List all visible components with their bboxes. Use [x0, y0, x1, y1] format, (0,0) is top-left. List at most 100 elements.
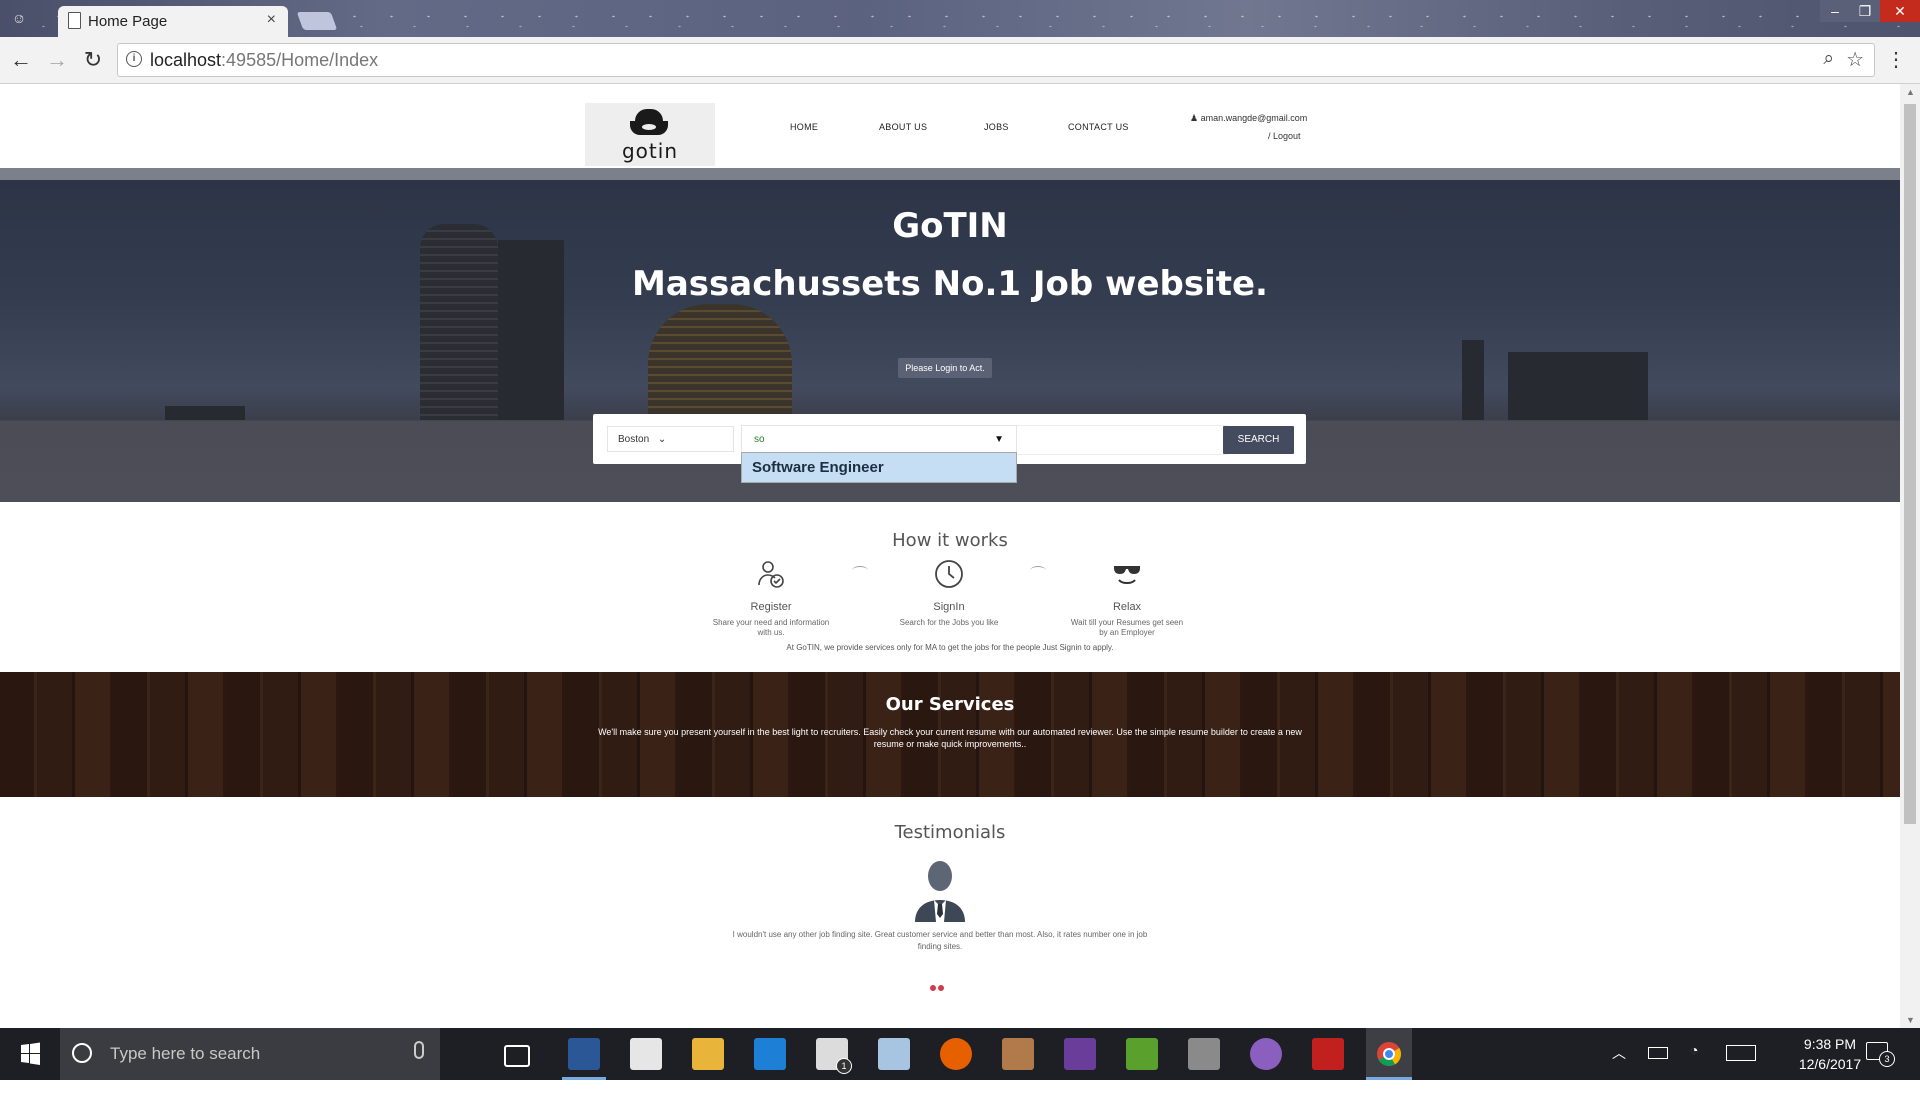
new-tab-button[interactable] — [296, 12, 338, 30]
battery-icon[interactable] — [1648, 1047, 1668, 1059]
job-title-input[interactable]: so ▼ — [741, 425, 1017, 453]
windows-start-button[interactable] — [0, 1028, 60, 1080]
tab-close-icon[interactable]: × — [267, 11, 276, 29]
nav-contact-us[interactable]: CONTACT US — [1068, 122, 1129, 132]
app-icon[interactable] — [878, 1038, 910, 1070]
chevron-down-icon: ⌄ — [657, 434, 667, 445]
restore-icon[interactable]: ❐ — [1850, 0, 1880, 22]
show-hidden-icons[interactable]: ︿ — [1612, 1043, 1626, 1095]
address-bar[interactable]: i localhost:49585/Home/Index ⌕ ☆ — [117, 43, 1875, 77]
browser-tab-strip: ☺ Home Page × – ❐ ✕ — [0, 0, 1920, 37]
city-select[interactable]: Boston ⌄ — [607, 426, 734, 452]
step-label: Register — [750, 601, 792, 613]
file-explorer-icon[interactable] — [692, 1038, 724, 1070]
nav-home[interactable]: HOME — [790, 122, 818, 132]
profile-icon[interactable]: ☺ — [8, 9, 30, 27]
logo-head-shape — [635, 109, 663, 121]
scroll-down-icon[interactable]: ▼ — [1906, 1015, 1915, 1025]
site-info-icon[interactable]: i — [126, 51, 142, 67]
back-icon[interactable]: ← — [8, 47, 34, 73]
chrome-icon — [1377, 1042, 1402, 1067]
how-it-works-note: At GoTIN, we provide services only for M… — [786, 643, 1114, 652]
url-text[interactable]: localhost:49585/Home/Index — [150, 50, 378, 71]
building-shape — [420, 224, 498, 420]
tools-icon[interactable] — [1188, 1038, 1220, 1070]
task-view-icon[interactable] — [504, 1045, 530, 1067]
login-prompt-button[interactable]: Please Login to Act. — [898, 358, 992, 378]
building-shape — [648, 304, 792, 420]
browser-tab-home[interactable]: Home Page × — [58, 6, 288, 37]
microphone-icon[interactable] — [414, 1041, 424, 1059]
app-icon[interactable] — [1002, 1038, 1034, 1070]
bookmark-star-icon[interactable]: ☆ — [1846, 47, 1864, 72]
site-logo[interactable]: gotin — [585, 103, 715, 166]
scroll-up-icon[interactable]: ▲ — [1906, 87, 1915, 97]
how-it-works-title: How it works — [892, 530, 1008, 551]
mail-badge: 1 — [836, 1058, 852, 1074]
visual-studio-icon[interactable] — [1064, 1038, 1096, 1070]
search-button[interactable]: SEARCH — [1223, 426, 1294, 454]
page-scrollbar[interactable]: ▲ ▼ — [1900, 84, 1920, 1028]
notifications-icon[interactable]: 3 — [1866, 1042, 1895, 1067]
app-icon[interactable] — [1126, 1038, 1158, 1070]
chrome-taskbar-slot[interactable] — [1366, 1028, 1412, 1080]
nav-about-us[interactable]: ABOUT US — [879, 122, 927, 132]
taskbar-search-placeholder: Type here to search — [110, 1044, 261, 1063]
carousel-dot[interactable] — [930, 985, 936, 991]
url-path: :49585/Home/Index — [221, 50, 379, 70]
site-header: gotin HOME ABOUT US JOBS CONTACT US ♟ am… — [0, 84, 1900, 168]
wifi-icon[interactable]: ◔ — [1690, 1042, 1698, 1094]
acrobat-icon[interactable] — [1312, 1038, 1344, 1070]
nav-jobs[interactable]: JOBS — [984, 122, 1009, 132]
register-icon — [758, 561, 784, 588]
word-icon[interactable] — [568, 1038, 600, 1070]
tab-title: Home Page — [88, 13, 168, 30]
minimize-icon[interactable]: – — [1820, 0, 1850, 22]
browser-menu-icon[interactable]: ⋮ — [1886, 47, 1906, 72]
services-text: We'll make sure you present yourself in … — [598, 727, 1302, 749]
services-section: Our Services We'll make sure you present… — [0, 672, 1900, 797]
location-input[interactable] — [1017, 425, 1228, 455]
keyboard-icon[interactable] — [1726, 1045, 1756, 1061]
building-shape — [1508, 352, 1648, 420]
browser-toolbar: ← → ↻ i localhost:49585/Home/Index ⌕ ☆ ⋮ — [0, 37, 1920, 84]
starfield-theme — [0, 0, 1920, 37]
reload-icon[interactable]: ↻ — [80, 47, 106, 73]
taskbar-search[interactable]: Type here to search — [60, 1028, 440, 1080]
step-label: Relax — [1112, 601, 1142, 613]
city-value: Boston — [618, 434, 650, 445]
step-description: Wait till your Resumes get seen by an Em… — [1070, 618, 1184, 637]
logout-link[interactable]: / Logout — [1268, 131, 1301, 141]
job-title-value: so — [754, 434, 765, 445]
github-icon[interactable] — [1250, 1038, 1282, 1070]
edge-icon[interactable] — [754, 1038, 786, 1070]
hero-subtitle: Massachussets No.1 Job website. — [632, 264, 1268, 304]
forward-icon[interactable]: → — [44, 47, 70, 73]
step-description: Share your need and information with us. — [712, 618, 830, 637]
user-account[interactable]: ♟ aman.wangde@gmail.com — [1190, 113, 1307, 124]
testimonial-avatar — [915, 861, 965, 922]
zoom-icon[interactable]: ⌕ — [1823, 48, 1834, 70]
step-label: SignIn — [933, 601, 965, 613]
user-email: aman.wangde@gmail.com — [1200, 113, 1308, 123]
arrow-icon — [1030, 566, 1046, 575]
user-icon: ♟ — [1190, 113, 1199, 123]
page-viewport: gotin HOME ABOUT US JOBS CONTACT US ♟ am… — [0, 84, 1900, 1028]
autocomplete-suggestion[interactable]: Software Engineer — [741, 452, 1017, 483]
testimonial-quote: I wouldn't use any other job finding sit… — [732, 930, 1148, 951]
page-icon — [68, 12, 81, 29]
building-shape — [165, 406, 245, 420]
testimonials-title: Testimonials — [894, 822, 1006, 843]
dropdown-caret-icon[interactable]: ▼ — [994, 426, 1004, 454]
url-host: localhost — [150, 50, 222, 70]
firefox-icon[interactable] — [940, 1038, 972, 1070]
carousel-dot[interactable] — [938, 985, 944, 991]
arrow-icon — [852, 566, 868, 575]
logo-mouth-shape — [642, 124, 656, 130]
close-window-icon[interactable]: ✕ — [1880, 0, 1920, 22]
step-signin: SignIn Search for the Jobs you like — [889, 558, 1009, 628]
scrollbar-thumb[interactable] — [1904, 104, 1916, 824]
cortana-icon — [72, 1043, 92, 1063]
mail-icon[interactable]: 1 — [816, 1038, 852, 1074]
store-icon[interactable] — [630, 1038, 662, 1070]
